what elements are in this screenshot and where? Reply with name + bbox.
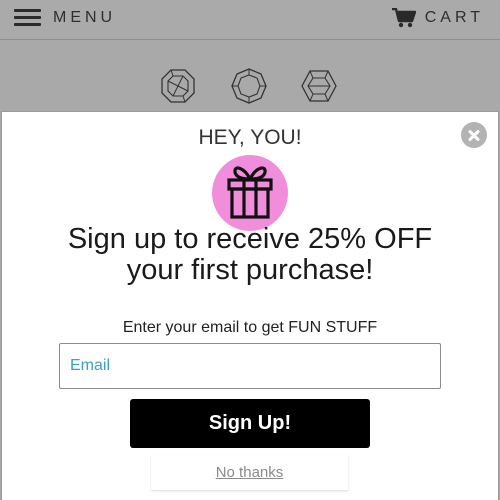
- header-bar: MENU CART: [0, 0, 500, 40]
- offer-headline: Sign up to receive 25% OFF your first pu…: [0, 224, 500, 286]
- email-input[interactable]: [59, 343, 441, 389]
- gem-icons-row: [0, 68, 500, 106]
- signup-button[interactable]: Sign Up!: [130, 399, 370, 448]
- cart-button[interactable]: CART: [391, 8, 484, 28]
- modal-greeting: HEY, YOU!: [198, 126, 302, 149]
- gift-icon: [227, 166, 273, 219]
- hexagon-gem-icon: [301, 70, 337, 102]
- menu-label: MENU: [53, 9, 117, 26]
- octagon-gem-icon: [161, 69, 195, 103]
- hamburger-icon: [14, 8, 41, 27]
- menu-button[interactable]: MENU: [14, 8, 116, 27]
- no-thanks-link[interactable]: No thanks: [151, 464, 348, 482]
- headline-line-2: your first purchase!: [126, 254, 374, 286]
- cart-label: CART: [424, 9, 484, 26]
- email-prompt: Enter your email to get FUN STUFF: [122, 319, 378, 336]
- gift-badge: [212, 155, 288, 231]
- round-gem-icon: [231, 68, 267, 104]
- headline-line-1: Sign up to receive 25% OFF: [67, 223, 433, 255]
- cart-icon: [391, 8, 416, 28]
